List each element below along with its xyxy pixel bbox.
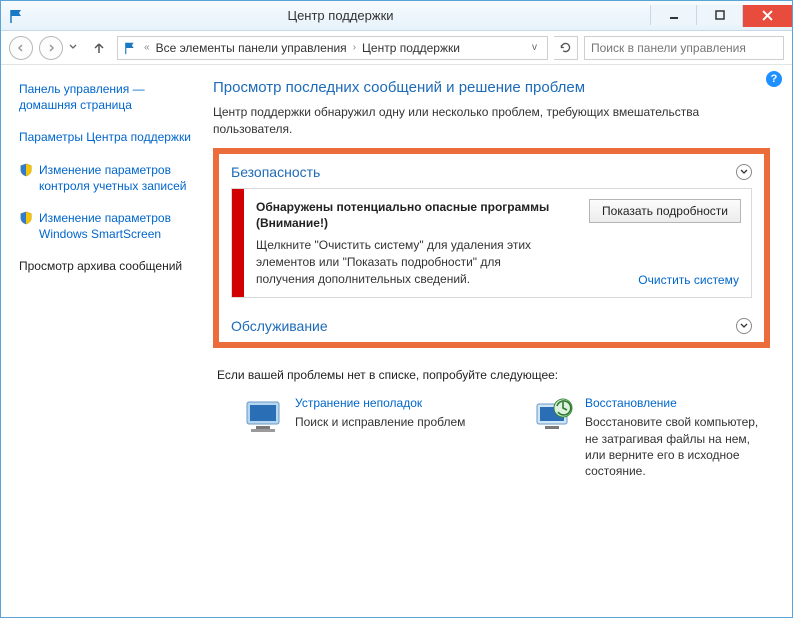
sidebar-item-label: Просмотр архива сообщений xyxy=(19,258,182,274)
sidebar-item-settings[interactable]: Параметры Центра поддержки xyxy=(19,129,191,145)
section-title: Обслуживание xyxy=(231,318,328,334)
content: Панель управления — домашняя страница Па… xyxy=(1,65,792,617)
titlebar: Центр поддержки xyxy=(1,1,792,31)
sidebar-item-smartscreen[interactable]: Изменение параметров Windows SmartScreen xyxy=(19,210,191,242)
section-title: Безопасность xyxy=(231,164,320,180)
close-button[interactable] xyxy=(742,5,792,27)
refresh-icon xyxy=(559,41,572,54)
sidebar: Панель управления — домашняя страница Па… xyxy=(1,65,201,617)
sidebar-item-label: Изменение параметров Windows SmartScreen xyxy=(39,210,191,242)
troubleshoot-icon xyxy=(239,396,285,438)
sidebar-item-home[interactable]: Панель управления — домашняя страница xyxy=(19,81,191,113)
footer-note: Если вашей проблемы нет в списке, попроб… xyxy=(217,368,770,382)
window-controls xyxy=(650,5,792,27)
page-title: Просмотр последних сообщений и решение п… xyxy=(213,79,770,96)
flag-icon xyxy=(9,8,25,24)
page-subtitle: Центр поддержки обнаружил одну или неско… xyxy=(213,104,770,138)
chevron-down-icon[interactable] xyxy=(736,164,752,180)
chevron-right-icon: › xyxy=(351,42,358,53)
arrow-up-icon xyxy=(92,41,106,55)
minimize-button[interactable] xyxy=(650,5,696,25)
sidebar-item-uac[interactable]: Изменение параметров контроля учетных за… xyxy=(19,162,191,194)
forward-button[interactable] xyxy=(39,36,63,60)
back-button[interactable] xyxy=(9,36,33,60)
main-panel: ? Просмотр последних сообщений и решение… xyxy=(201,65,792,617)
alert-body: Обнаружены потенциально опасные программ… xyxy=(244,189,751,298)
section-maintenance-header[interactable]: Обслуживание xyxy=(219,308,764,342)
recovery-icon xyxy=(529,396,575,438)
tile-recovery[interactable]: Восстановление Восстановите свой компьют… xyxy=(529,396,769,479)
highlight-box: Безопасность Обнаружены потенциально опа… xyxy=(213,148,770,349)
navbar: « Все элементы панели управления › Центр… xyxy=(1,31,792,65)
arrow-right-icon xyxy=(46,43,56,53)
shield-icon xyxy=(19,211,33,225)
tile-title: Восстановление xyxy=(585,396,769,410)
alert-card: Обнаружены потенциально опасные программ… xyxy=(231,188,752,299)
alert-severity-stripe xyxy=(232,189,244,298)
tile-desc: Поиск и исправление проблем xyxy=(295,414,465,430)
breadcrumb[interactable]: « Все элементы панели управления › Центр… xyxy=(117,36,548,60)
show-details-button[interactable]: Показать подробности xyxy=(589,199,741,223)
arrow-left-icon xyxy=(16,43,26,53)
sidebar-item-label: Панель управления — домашняя страница xyxy=(19,81,191,113)
tile-desc: Восстановите свой компьютер, не затрагив… xyxy=(585,414,769,479)
refresh-button[interactable] xyxy=(554,36,578,60)
shield-icon xyxy=(19,163,33,177)
chevron-down-icon[interactable]: v xyxy=(528,42,541,53)
flag-icon xyxy=(124,41,138,55)
search-input[interactable] xyxy=(584,36,784,60)
up-button[interactable] xyxy=(87,36,111,60)
tiles: Устранение неполадок Поиск и исправление… xyxy=(213,396,770,479)
tile-title: Устранение неполадок xyxy=(295,396,465,410)
breadcrumb-item[interactable]: Все элементы панели управления xyxy=(156,41,347,55)
alert-description: Щелкните "Очистить систему" для удаления… xyxy=(256,237,556,287)
chevron-down-icon xyxy=(69,44,77,50)
help-icon[interactable]: ? xyxy=(766,71,782,87)
section-security-header[interactable]: Безопасность xyxy=(219,154,764,188)
history-dropdown[interactable] xyxy=(69,42,81,53)
tile-troubleshoot[interactable]: Устранение неполадок Поиск и исправление… xyxy=(239,396,479,479)
sidebar-item-label: Параметры Центра поддержки xyxy=(19,129,191,145)
chevron-down-icon[interactable] xyxy=(736,318,752,334)
breadcrumb-item[interactable]: Центр поддержки xyxy=(362,41,460,55)
clean-system-link[interactable]: Очистить систему xyxy=(638,273,739,287)
sidebar-item-label: Изменение параметров контроля учетных за… xyxy=(39,162,191,194)
breadcrumb-prefix: « xyxy=(142,42,152,53)
sidebar-item-archive[interactable]: Просмотр архива сообщений xyxy=(19,258,191,274)
maximize-button[interactable] xyxy=(696,5,742,25)
window-title: Центр поддержки xyxy=(31,8,650,23)
